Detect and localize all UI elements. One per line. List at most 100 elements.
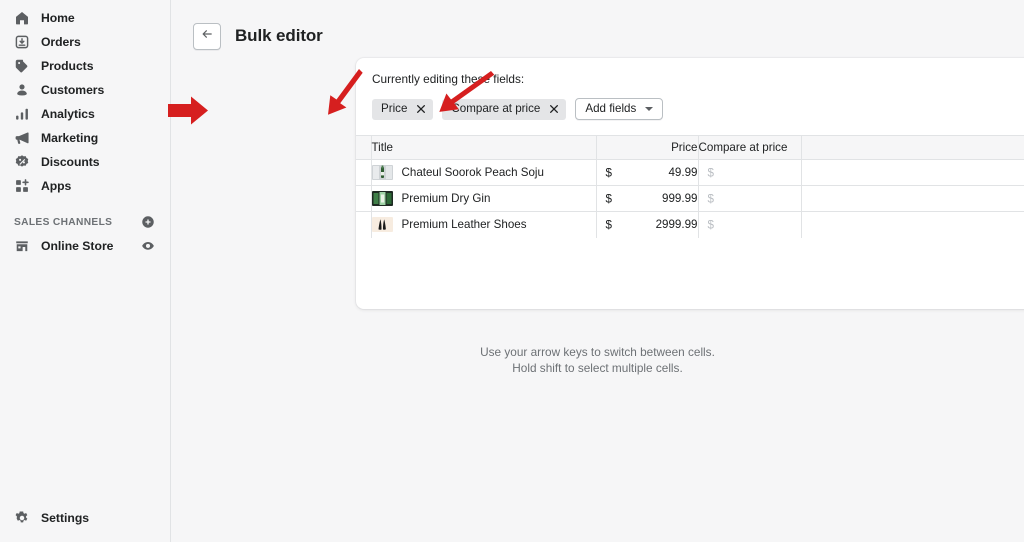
sidebar-item-label: Settings [41,511,90,525]
sidebar-item-marketing[interactable]: Marketing [8,126,162,150]
gin-bottle-thumb [371,191,393,206]
header-gutter [356,135,372,160]
sidebar-item-orders[interactable]: Orders [8,30,162,54]
sidebar-item-label: Online Store [41,239,114,253]
field-chip-compare-at-price[interactable]: Compare at price [442,98,567,120]
sidebar-item-products[interactable]: Products [8,54,162,78]
sidebar-section-sales-channels: SALES CHANNELS [8,210,162,234]
sidebar-item-analytics[interactable]: Analytics [8,102,162,126]
price-value: 49.99 [668,166,698,179]
table-header: Title Price Compare at price [356,135,1024,160]
sidebar-item-label: Marketing [41,130,99,145]
plus-circle-icon[interactable] [140,214,156,230]
hint-line-1: Use your arrow keys to switch between ce… [480,345,715,359]
column-header-compare-at-price[interactable]: Compare at price [698,135,802,160]
cell-title[interactable]: Chateul Soorok Peach Soju [371,159,597,186]
column-header-title[interactable]: Title [371,135,597,160]
home-icon [14,10,30,26]
currency-symbol-placeholder: $ [707,166,714,179]
main-content: Bulk editor Currently editing these fiel… [171,0,1024,542]
table-body: Chateul Soorok Peach Soju $ 49.99 $ Prem… [356,159,1024,238]
currency-symbol-placeholder: $ [707,192,714,205]
page-header: Bulk editor [171,0,1024,58]
sidebar-item-label: Home [41,10,75,25]
sidebar-item-label: Orders [41,34,81,49]
sidebar-item-label: Apps [41,178,72,193]
product-title: Premium Leather Shoes [401,218,527,232]
chip-label: Price [381,102,408,116]
chip-label: Compare at price [451,102,541,116]
sidebar: Home Orders Products Customers Analytics [0,0,171,542]
section-title: SALES CHANNELS [14,216,113,228]
table-header-row: Title Price Compare at price [356,135,1024,160]
hint-line-2: Hold shift to select multiple cells. [512,361,683,375]
soju-bottle-thumb [371,165,393,180]
sidebar-item-customers[interactable]: Customers [8,78,162,102]
page-title: Bulk editor [235,26,323,45]
currency-symbol-placeholder: $ [707,218,714,232]
marketing-megaphone-icon [14,130,30,146]
cell-price[interactable]: $ 49.99 [596,159,699,186]
sidebar-item-label: Products [41,58,94,73]
row-gutter [356,159,372,186]
analytics-bars-icon [14,106,30,122]
product-title: Chateul Soorok Peach Soju [401,166,544,179]
field-chip-price[interactable]: Price [372,98,434,120]
online-store-icon [14,238,30,254]
sidebar-item-discounts[interactable]: Discounts [8,150,162,174]
keyboard-hint: Use your arrow keys to switch between ce… [171,344,1024,376]
row-filler [801,211,1024,238]
app-root: Home Orders Products Customers Analytics [0,0,1024,542]
caret-down-icon [645,107,654,111]
products-tag-icon [14,58,30,74]
arrow-left-icon [200,27,214,46]
add-fields-label: Add fields [585,102,637,116]
orders-icon [14,34,30,50]
column-header-price[interactable]: Price [596,135,699,160]
editing-fields-label: Currently editing these fields: [372,72,525,86]
card-header: Currently editing these fields: Price Co… [356,58,1024,135]
cell-title[interactable]: Premium Leather Shoes [371,211,597,238]
cell-compare-at-price[interactable]: $ [698,211,802,238]
cell-price[interactable]: $ 2999.99 [596,211,699,238]
product-title: Premium Dry Gin [401,192,491,205]
sidebar-item-settings[interactable]: Settings [0,506,171,530]
currency-symbol: $ [605,218,612,232]
row-gutter [356,185,372,212]
sidebar-item-apps[interactable]: Apps [8,174,162,198]
bulk-edit-table: Title Price Compare at price Chateul Soo… [356,135,1024,238]
bulk-editor-card: Currently editing these fields: Price Co… [356,58,1024,309]
sidebar-item-label: Customers [41,82,105,97]
table-row: Premium Leather Shoes $ 2999.99 $ [356,211,1024,238]
customers-person-icon [14,82,30,98]
header-filler [801,135,1024,160]
field-chips: Price Compare at price Add fields [372,98,1024,135]
close-icon[interactable] [548,104,559,115]
price-value: 999.99 [662,192,698,205]
currency-symbol: $ [605,166,612,179]
table-row: Chateul Soorok Peach Soju $ 49.99 $ [356,159,1024,186]
sidebar-item-online-store[interactable]: Online Store [8,234,162,258]
back-button[interactable] [193,22,221,50]
leather-shoes-thumb [371,217,393,233]
cell-title[interactable]: Premium Dry Gin [371,185,597,212]
close-icon[interactable] [415,104,426,115]
row-filler [801,185,1024,212]
cell-compare-at-price[interactable]: $ [698,185,802,212]
sidebar-item-home[interactable]: Home [8,6,162,30]
gear-icon [14,510,30,526]
sidebar-item-label: Discounts [41,154,100,169]
table-row: Premium Dry Gin $ 999.99 $ [356,185,1024,212]
row-filler [801,159,1024,186]
cell-compare-at-price[interactable]: $ [698,159,802,186]
row-gutter [356,211,372,238]
cell-price[interactable]: $ 999.99 [596,185,699,212]
discounts-icon [14,154,30,170]
eye-icon[interactable] [140,238,156,254]
add-fields-button[interactable]: Add fields [575,98,664,120]
currency-symbol: $ [605,192,612,205]
apps-icon [14,178,30,194]
sidebar-item-label: Analytics [41,106,95,121]
price-value: 2999.99 [655,218,698,232]
